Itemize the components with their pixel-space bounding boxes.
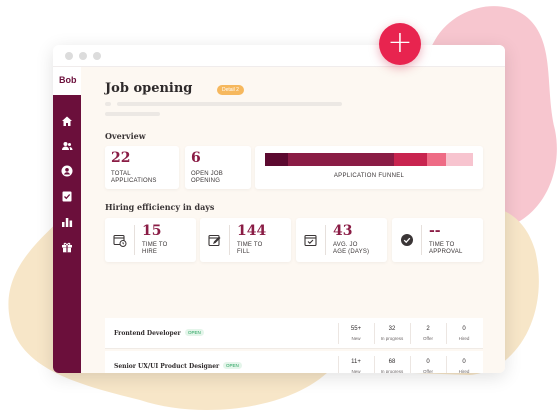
stat-label: In progress [380, 369, 404, 373]
skeleton-line [105, 102, 111, 106]
stat-label: New [351, 369, 361, 373]
funnel-segment [393, 153, 428, 166]
table-row[interactable]: Senior UX/UI Product Designer OPEN 11+ New 6… [105, 351, 483, 373]
people-icon[interactable] [61, 140, 73, 152]
person-circle-icon[interactable] [61, 165, 73, 177]
calendar-edit-icon [208, 234, 221, 247]
efficiency-card[interactable]: -- TIME TO APPROVAL [392, 218, 483, 262]
calendar-check-icon [304, 234, 317, 247]
home-icon[interactable] [61, 115, 73, 127]
efficiency-value: 144 [237, 223, 267, 239]
sidebar-nav [53, 95, 81, 373]
efficiency-value: 15 [142, 223, 162, 239]
stat-value-hired: 0 [462, 326, 466, 332]
job-role[interactable]: Senior UX/UI Product Designer [114, 363, 219, 370]
stat-value-new: 55+ [350, 326, 362, 332]
stat-value-in_progress: 68 [388, 359, 396, 365]
divider [325, 225, 326, 255]
efficiency-card[interactable]: 15 TIME TO HIRE [105, 218, 196, 262]
sidebar: Bob [53, 67, 81, 373]
stat-value-new: 11+ [351, 359, 361, 365]
add-button[interactable]: + [379, 23, 421, 65]
stat-value-offer: 2 [426, 326, 430, 332]
job-role[interactable]: Frontend Developer [114, 330, 181, 337]
stat-label: Offer [423, 369, 433, 373]
app-logo[interactable]: Bob [59, 75, 77, 85]
bar-chart-icon[interactable] [61, 216, 73, 228]
open-status-badge: OPEN [223, 362, 242, 369]
efficiency-label: TIME TO HIRE [142, 242, 168, 255]
total-applications-value: 22 [111, 150, 131, 166]
funnel-segment [287, 153, 394, 166]
application-funnel-card[interactable]: APPLICATION FUNNEL [255, 146, 483, 189]
divider [134, 225, 135, 255]
funnel-segment [427, 153, 446, 166]
check-badge-icon [401, 234, 413, 246]
efficiency-label: AVG. JO AGE (DAYS) [333, 242, 370, 255]
divider [229, 225, 230, 255]
efficiency-title: Hiring efficiency in days [105, 202, 215, 212]
stat-label: Offer [423, 336, 433, 341]
window-dot[interactable] [65, 52, 73, 60]
stat-label: New [351, 336, 361, 341]
main-content: Job opening Detail 2 Overview 22 TOTAL A… [81, 67, 505, 373]
skeleton-line [105, 112, 160, 116]
total-applications-card[interactable]: 22 TOTAL APPLICATIONS [105, 146, 179, 189]
table-row[interactable]: Frontend Developer OPEN 55+ New 32 In progres… [105, 318, 483, 349]
open-job-opening-label: OPEN JOB OPENING [191, 171, 223, 184]
stat-label: Hired [458, 336, 470, 341]
status-badge: Detail 2 [217, 85, 244, 95]
clipboard-check-icon[interactable] [61, 190, 73, 202]
stat-value-hired: 0 [462, 359, 466, 365]
open-job-opening-value: 6 [191, 150, 201, 166]
calendar-clock-icon [113, 234, 127, 247]
page-title: Job opening [105, 81, 193, 96]
efficiency-value: -- [429, 223, 441, 239]
efficiency-card[interactable]: 144 TIME TO FILL [200, 218, 291, 262]
application-funnel-label: APPLICATION FUNNEL [333, 173, 405, 179]
overview-title: Overview [105, 131, 146, 141]
window-dot[interactable] [93, 52, 101, 60]
open-job-opening-card[interactable]: 6 OPEN JOB OPENING [185, 146, 251, 189]
efficiency-label: TIME TO APPROVAL [429, 242, 463, 255]
stat-label: In progress [380, 336, 404, 341]
total-applications-label: TOTAL APPLICATIONS [111, 171, 157, 184]
efficiency-card[interactable]: 43 AVG. JO AGE (DAYS) [296, 218, 387, 262]
window-dot[interactable] [79, 52, 87, 60]
skeleton-line [117, 102, 342, 106]
efficiency-label: TIME TO FILL [237, 242, 263, 255]
funnel-segment [445, 153, 473, 166]
stat-label: Hired [458, 369, 470, 373]
app-window: Bob Job opening Detail 2 Overview 22 TOT… [53, 45, 505, 373]
open-status-badge: OPEN [185, 329, 204, 336]
window-titlebar [53, 45, 505, 67]
divider [421, 225, 422, 255]
application-funnel-bar [265, 153, 473, 166]
efficiency-value: 43 [333, 223, 353, 239]
stat-value-offer: 0 [426, 359, 430, 365]
funnel-segment [265, 153, 288, 166]
gift-icon[interactable] [61, 241, 73, 253]
stat-value-in_progress: 32 [388, 326, 396, 332]
